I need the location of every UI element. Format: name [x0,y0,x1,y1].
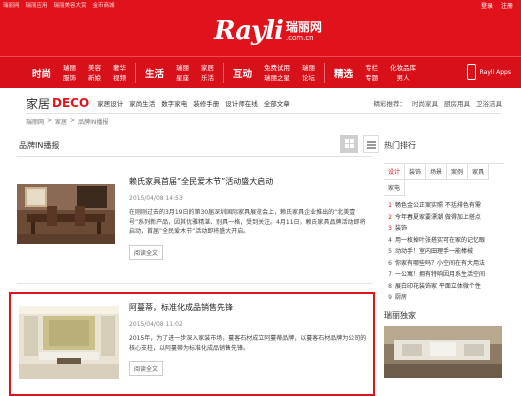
top-link-apps[interactable]: 瑞丽应用 [26,1,48,9]
hot-ranking-title: 热门排行 [384,141,416,150]
article-item-highlighted: 阿蔓蒂，标准化成品销售先锋 2015/04/08 11:02 2015年，为了进… [9,292,375,396]
breadcrumb-home[interactable]: 瑞丽网 [26,117,44,126]
list-item[interactable]: 1 畅色金公正案实照 不括排色有需 [384,200,504,212]
logo-text-cn: 瑞丽网 [285,19,322,34]
exclusive-title: 瑞丽独家 [384,310,416,320]
nav-fashion[interactable]: 时尚 [26,66,57,80]
logo-text-en: Rayli [214,16,284,46]
breadcrumb: 瑞丽网 > 家居 > 品牌IN播报 [26,117,108,126]
breadcrumb-current: 品牌IN播报 [78,119,109,126]
nav-item-cosmetics-men[interactable]: 化妆品库 男人 [384,63,422,83]
section-title-cn[interactable]: 家居 [26,95,50,112]
exclusive-photo [384,325,502,378]
breadcrumb-sep: > [47,117,53,124]
article-title[interactable]: 赖氏家具首届“全民爱木节”活动盛大启动 [129,176,369,187]
list-item[interactable]: 9 厨房 [384,292,504,304]
register-link[interactable]: 注册 [501,1,513,10]
sublink-designer-online[interactable]: 设计师在线 [225,98,258,108]
top-header: 瑞丽网 瑞丽应用 瑞丽美容大赏 金币商城 登录 注册 Rayli 瑞丽网 .co… [0,0,521,56]
list-view-icon [366,141,376,149]
article-summary: 2015年，为了进一步深入家装市场，蔓客石材成立阿蔓蒂品牌，以蔓客石材品牌为公司… [129,335,367,352]
top-links: 瑞丽网 瑞丽应用 瑞丽美容大赏 金币商城 [3,1,115,9]
nav-item-luxury-video[interactable]: 奢华 视频 [107,63,132,83]
list-title: 品牌IN播报 [19,141,60,150]
ranking-list: 1 畅色金公正案实照 不括排色有需 2 今年春夏家要漂潮 做得加上搭点 3 装饰 4用… [384,200,504,304]
top-link-coin-mall[interactable]: 金币商城 [93,1,115,9]
nav-item-beauty-bride[interactable]: 美容 新娘 [82,63,107,83]
breadcrumb-home-deco[interactable]: 家居 [55,117,67,126]
tab-decoration[interactable]: 装饰 [405,164,427,180]
site-logo[interactable]: Rayli 瑞丽网 .com.cn [214,15,322,47]
article-summary: 在刚刚过去的3月19日的第30届深圳国际家具展览会上，赖氏家具企业推出的“北美壹… [129,209,366,235]
top-link-rayli[interactable]: 瑞丽网 [3,1,20,9]
nav-item-forum[interactable]: 瑞丽 论坛 [296,63,321,83]
sublink-home-life[interactable]: 家尚生活 [129,98,155,108]
tab-case[interactable]: 案例 [447,164,469,180]
article-thumbnail[interactable] [17,184,115,244]
breadcrumb-sep: > [70,117,76,124]
account-links: 登录 注册 [481,1,513,10]
exclusive-image[interactable] [384,325,502,378]
apps-label: Rayli Apps [479,68,511,76]
recommend-links: 精彩推荐： 时尚家具 厨房用具 卫浴洁具 [374,98,503,108]
tab-furniture[interactable]: 家具 [468,164,490,180]
nav-interact[interactable]: 互动 [227,66,258,80]
list-item[interactable]: 4 用一枚掉叶张搭实可在家的记忆眼 [384,235,504,247]
nav-divider [324,62,326,83]
section-divider [26,113,502,114]
list-item[interactable]: 7 一公寓！拥有特响因月系生活空间 [384,269,504,281]
section-sublinks: 家居设计 家尚生活 数字家电 装修手册 设计师在线 全部文章 [97,98,290,108]
article-thumbnail[interactable] [19,306,119,379]
phone-icon [466,64,476,80]
nav-featured[interactable]: 精选 [328,66,359,80]
grid-view-button[interactable] [340,135,358,153]
recommend-label: 精彩推荐： [373,100,407,108]
read-more-button[interactable]: 阅读全文 [129,244,164,260]
list-item[interactable]: 2 今年春夏家要漂潮 做得加上搭点 [384,212,504,224]
dining-room-image [17,184,115,244]
living-room-image [19,306,119,379]
tab-appliance[interactable]: 家电 [384,180,406,196]
article-item: 赖氏家具首届“全民爱木节”活动盛大启动 2015/04/08 14:53 在刚刚… [17,174,372,274]
recommend-bath[interactable]: 卫浴洁具 [476,98,502,108]
sidebar: 热门排行 设计 装饰 场景 案例 家具 家电 1 畅色金公正案实照 不括排色有需 … [384,140,504,378]
ranking-tabs: 设计 装饰 场景 案例 家具 家电 [384,163,504,196]
top-link-beauty-awards[interactable]: 瑞丽美容大赏 [54,1,87,9]
recommend-fashion-furniture[interactable]: 时尚家具 [412,98,438,108]
list-header: 品牌IN播报 [17,133,379,157]
nav-item-columns-topics[interactable]: 专栏 专题 [359,63,384,83]
list-item[interactable]: 6 你家有哪些吗？小空间在有大用法 [384,258,504,270]
list-view-button[interactable] [363,135,379,153]
sublink-digital-appliances[interactable]: 数字家电 [161,98,187,108]
grid-view-icon [344,139,354,148]
nav-item-rayli-clothing[interactable]: 瑞丽 服饰 [57,63,82,83]
section-title-en[interactable]: DECO [52,96,89,110]
nav-item-home-lohas[interactable]: 家居 乐活 [195,63,220,83]
main-nav: 时尚 瑞丽 服饰 美容 新娘 奢华 视频 生活 瑞丽 星座 家居 乐活 互动 免费试用 瑞丽… [0,56,521,88]
sublink-home-design[interactable]: 家居设计 [97,98,123,108]
logo-domain: .com.cn [285,33,314,42]
article-separator [17,283,372,284]
article-date: 2015/04/08 14:53 [129,195,183,202]
article-date: 2015/04/08 11:02 [129,321,183,328]
rayli-apps-link[interactable]: Rayli Apps [466,64,511,80]
tab-design[interactable]: 设计 [384,164,406,180]
recommend-kitchen[interactable]: 厨房用具 [444,98,470,108]
sublink-renovation-manual[interactable]: 装修手册 [193,98,219,108]
list-item[interactable]: 3 装饰 [384,223,504,235]
nav-item-rayli-horoscope[interactable]: 瑞丽 星座 [170,63,195,83]
section-header: 家居 DECO 家居设计 家尚生活 数字家电 装修手册 设计师在线 全部文章 精… [26,94,502,112]
tab-scene[interactable]: 场景 [426,164,448,180]
article-title[interactable]: 阿蔓蒂，标准化成品销售先锋 [129,302,369,313]
list-item[interactable]: 5 动动手！室内田理手一能棒械 [384,246,504,258]
sublink-all-articles[interactable]: 全部文章 [264,98,290,108]
read-more-button[interactable]: 阅读全文 [129,361,164,376]
nav-life[interactable]: 生活 [139,66,170,80]
list-item[interactable]: 8 展白印花装饰家 平面立体微个性 [384,281,504,293]
nav-item-free-trial[interactable]: 免费试用 瑞丽之星 [258,63,296,83]
nav-divider [223,62,225,83]
login-link[interactable]: 登录 [481,1,493,10]
nav-divider [135,62,137,83]
